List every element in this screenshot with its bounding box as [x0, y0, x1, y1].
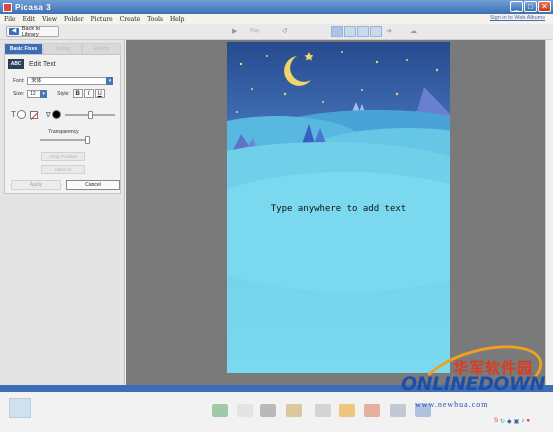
email-icon[interactable]: [237, 404, 253, 417]
edit-text-header: ABC Edit Text: [8, 59, 56, 69]
font-label: Font:: [13, 78, 25, 84]
shop-icon[interactable]: [315, 404, 331, 417]
people-icon[interactable]: ☁: [410, 27, 417, 37]
slider-handle[interactable]: [87, 110, 93, 119]
style-label: Style:: [57, 90, 70, 97]
print-icon[interactable]: [260, 404, 276, 417]
moon-icon: [284, 56, 311, 86]
tray-shield-icon[interactable]: ●: [526, 418, 530, 425]
menu-view[interactable]: View: [42, 16, 57, 23]
play-label: Play: [250, 28, 260, 34]
picasa-app-icon: [3, 2, 12, 12]
size-label: Size:: [13, 90, 25, 97]
outline-color-swatch[interactable]: [51, 110, 61, 119]
menu-tools[interactable]: Tools: [147, 16, 163, 23]
collage-icon[interactable]: [364, 404, 380, 417]
tray-arrow-icon[interactable]: ↻: [500, 418, 505, 425]
transparency-label: Transparency: [48, 129, 79, 135]
minimize-button[interactable]: _: [510, 1, 523, 12]
chevron-down-icon: ▾: [106, 77, 114, 85]
font-row: Font: 宋体 ▾: [13, 77, 114, 85]
tab-effects[interactable]: Effects: [82, 43, 121, 54]
back-arrow-icon: ◀: [9, 28, 19, 35]
maximize-button[interactable]: □: [524, 1, 537, 12]
upload-icon[interactable]: [212, 404, 228, 417]
system-tray-icons: S ↻ ◆ ▣ ♪ ●: [494, 418, 530, 425]
tray-monitor-icon[interactable]: ▣: [514, 418, 520, 425]
rotate-icon[interactable]: ↺: [282, 27, 288, 37]
font-value: 宋体: [31, 78, 42, 84]
text-tool-icon: ABC: [8, 59, 24, 69]
watermark-brand: ONLINEDOWN: [401, 373, 545, 395]
watermark-url: www.newhua.com: [415, 400, 489, 409]
clear-all-button[interactable]: Clear All: [41, 165, 85, 174]
window-title: Picasa 3: [15, 2, 52, 12]
menu-create[interactable]: Create: [120, 16, 141, 23]
text-color-swatch[interactable]: [16, 110, 26, 119]
edit-tabs: Basic Fixes Tuning Effects: [4, 43, 121, 54]
menu-bar: File Edit View Folder Picture Create Too…: [0, 14, 553, 24]
menu-picture[interactable]: Picture: [91, 16, 113, 23]
grid-view-icon[interactable]: [357, 26, 369, 37]
size-value: 12: [30, 90, 36, 97]
transparency-handle[interactable]: [85, 136, 90, 144]
play-icon[interactable]: ▶: [232, 27, 237, 37]
close-button[interactable]: ✕: [538, 1, 551, 12]
bold-button[interactable]: B: [72, 89, 83, 98]
text-color-icon[interactable]: T: [11, 110, 16, 119]
menu-edit[interactable]: Edit: [23, 16, 36, 23]
chevron-down-icon: ▾: [40, 89, 48, 98]
edit-text-title: Edit Text: [29, 60, 56, 68]
selected-photo-thumbnail[interactable]: [9, 398, 31, 418]
sign-in-link[interactable]: Sign in to Web Albums: [490, 15, 545, 21]
no-outline-swatch[interactable]: [29, 110, 38, 119]
back-to-library-button[interactable]: ◀ Back to Library: [6, 25, 59, 38]
tab-basic-fixes[interactable]: Basic Fixes: [4, 43, 43, 54]
color-row: T ∇: [11, 110, 115, 119]
single-view-icon[interactable]: [331, 26, 343, 37]
underline-button[interactable]: U: [94, 89, 105, 98]
size-select[interactable]: 12 ▾: [27, 89, 48, 98]
next-arrow-icon[interactable]: ➜: [386, 27, 392, 37]
outline-color-icon[interactable]: ∇: [46, 111, 51, 119]
blogthis-icon[interactable]: [339, 404, 355, 417]
right-gutter: [545, 40, 553, 385]
font-select[interactable]: 宋体 ▾: [27, 77, 114, 85]
tray-s-icon[interactable]: S: [494, 418, 498, 425]
photo-card[interactable]: Type anywhere to add text: [227, 42, 450, 373]
menu-file[interactable]: File: [4, 16, 16, 23]
apply-button[interactable]: Apply: [11, 180, 61, 190]
edit-panel: Basic Fixes Tuning Effects ABC Edit Text…: [0, 40, 125, 385]
view-mode-group: [331, 26, 382, 37]
export-icon[interactable]: [286, 404, 302, 417]
stars: [236, 51, 439, 119]
tray-speaker-icon[interactable]: ♪: [521, 418, 524, 425]
outline-width-slider[interactable]: [64, 110, 115, 119]
tab-tuning[interactable]: Tuning: [43, 43, 82, 54]
italic-button[interactable]: I: [83, 89, 94, 98]
back-to-library-label: Back to Library: [21, 25, 41, 38]
clear-position-button[interactable]: Clear Position: [41, 152, 85, 161]
tray-network-icon[interactable]: ◆: [507, 418, 512, 425]
toolbar: ◀ Back to Library ▶ Play ↺ ➜ ☁: [0, 24, 553, 40]
size-style-row: Size: 12 ▾ Style: B I U: [13, 89, 106, 98]
transparency-slider[interactable]: [40, 136, 90, 144]
menu-help[interactable]: Help: [170, 16, 185, 23]
compare-view-icon[interactable]: [370, 26, 382, 37]
cancel-button[interactable]: Cancel: [66, 180, 120, 190]
add-text-prompt[interactable]: Type anywhere to add text: [227, 204, 450, 214]
title-bar: Picasa 3 _ □ ✕: [0, 0, 553, 14]
edit-text-panel: ABC Edit Text Font: 宋体 ▾ Size: 12 ▾ Styl…: [4, 54, 121, 194]
window-controls: _ □ ✕: [510, 1, 551, 12]
menu-folder[interactable]: Folder: [64, 16, 84, 23]
split-view-icon[interactable]: [344, 26, 356, 37]
movie-icon[interactable]: [390, 404, 406, 417]
